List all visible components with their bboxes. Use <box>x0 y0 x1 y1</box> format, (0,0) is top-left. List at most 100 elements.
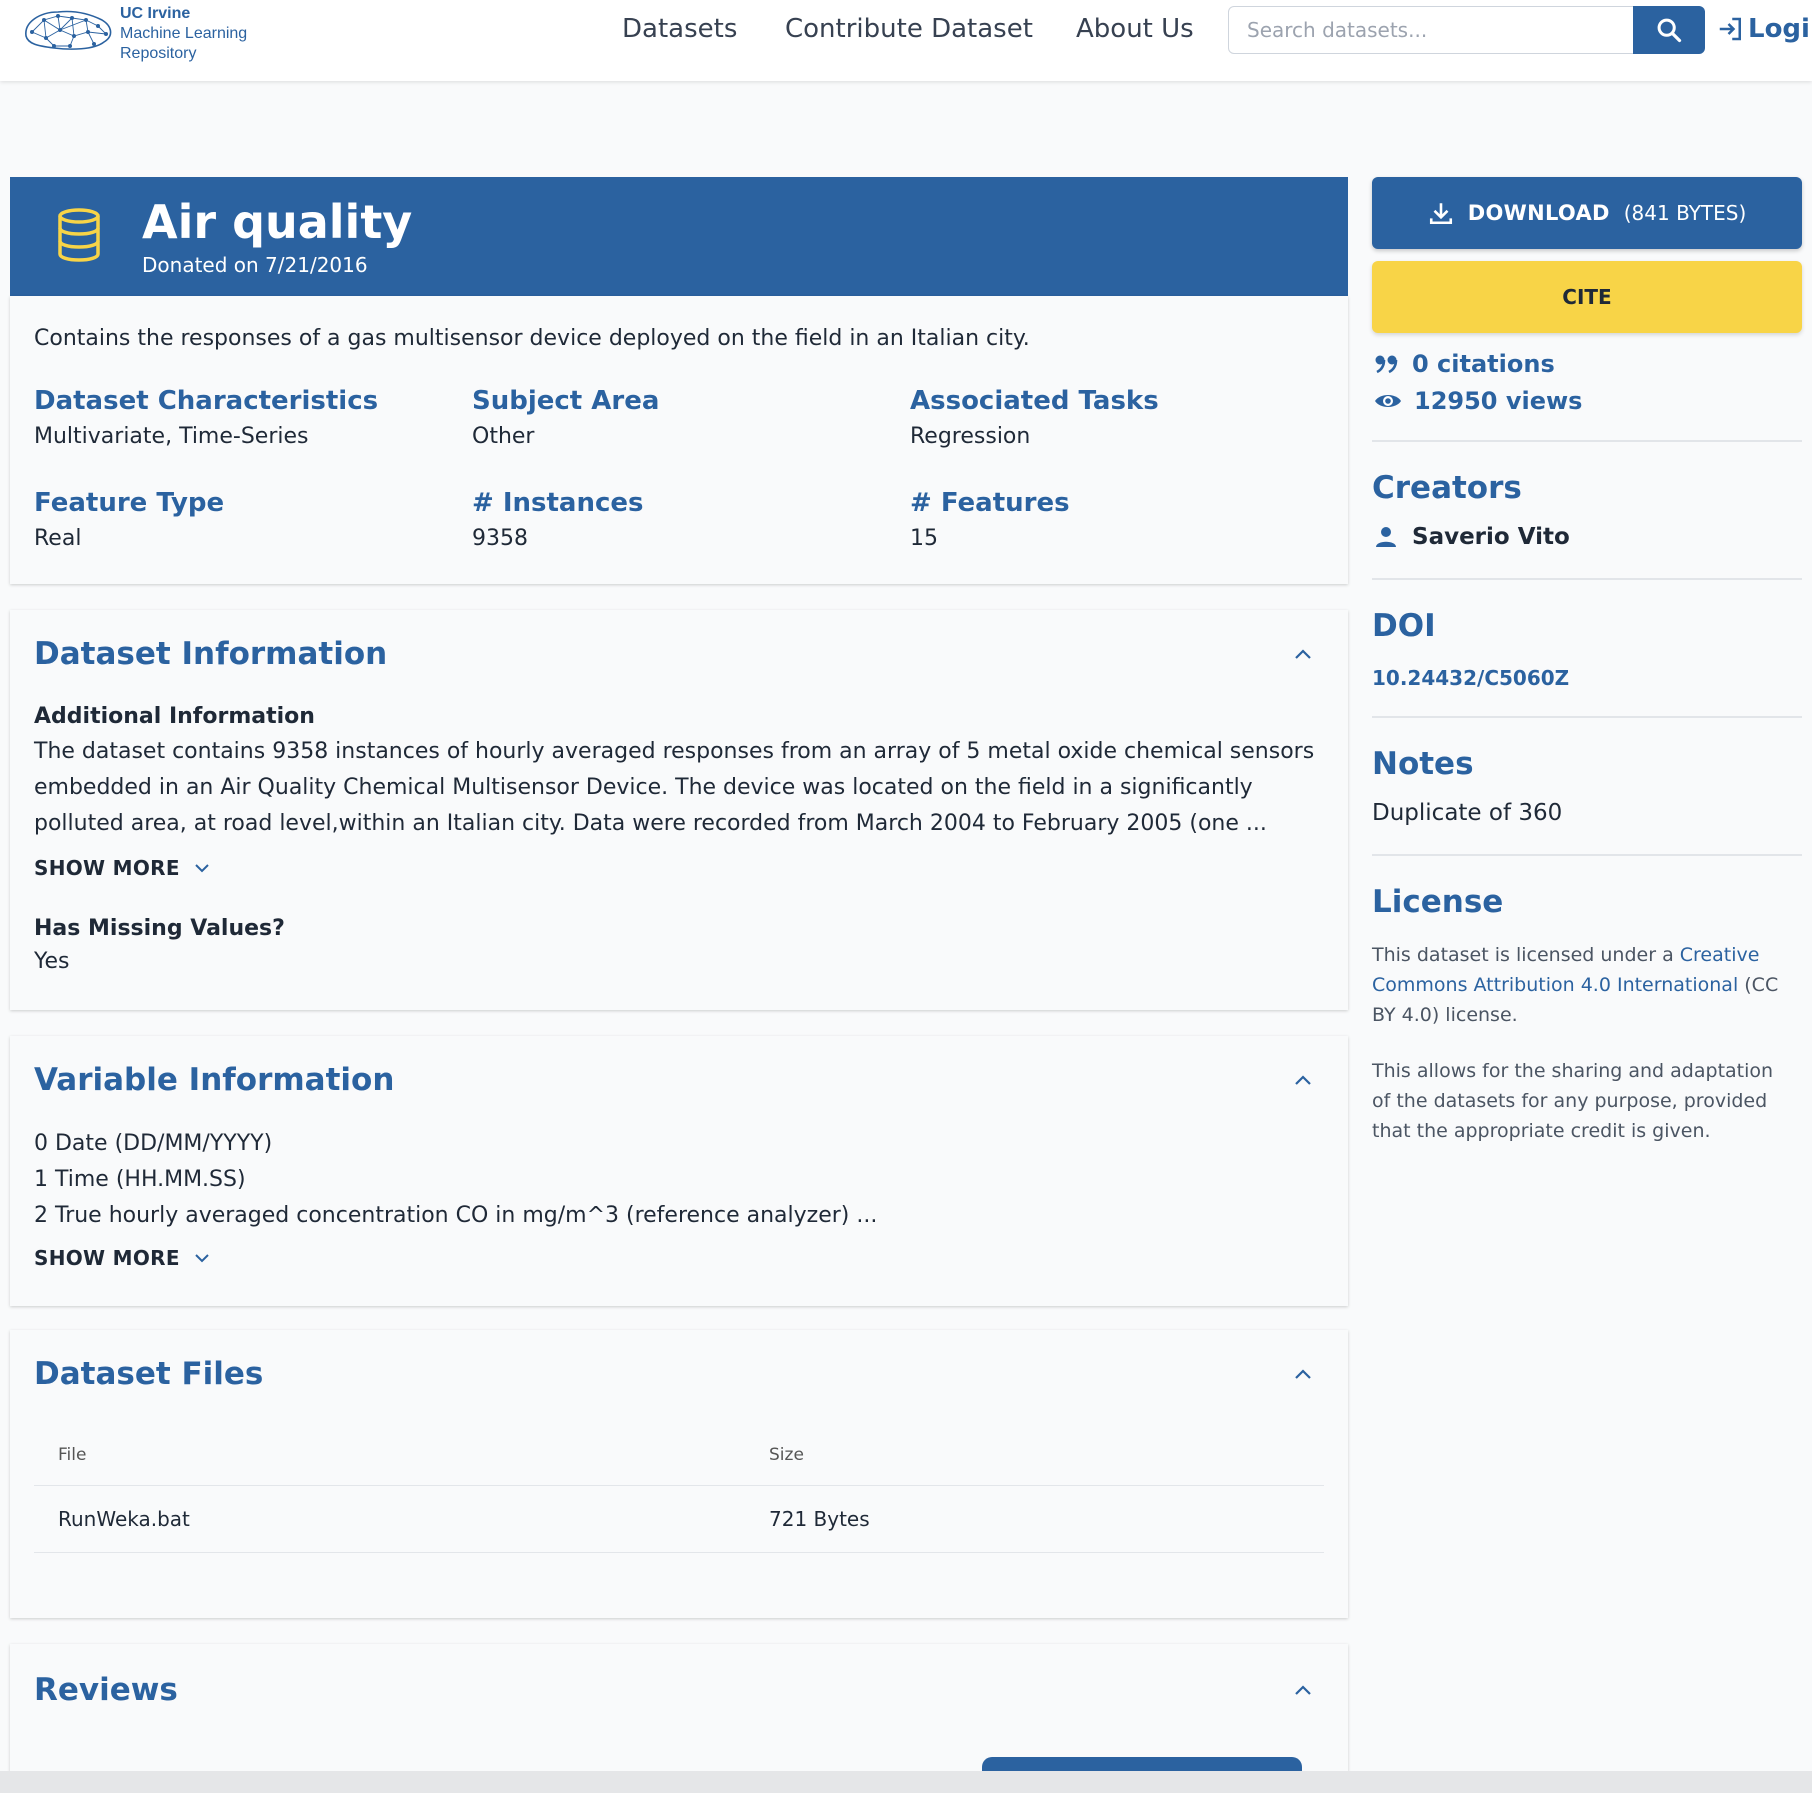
views-stat: 12950 views <box>1374 387 1582 415</box>
notes-text: Duplicate of 360 <box>1372 800 1563 826</box>
top-nav-bar: UC Irvine Machine Learning Repository Da… <box>0 0 1812 81</box>
search-box <box>1228 6 1705 54</box>
variable-line: 1 Time (HH.MM.SS) <box>34 1167 246 1192</box>
prop-features: # Features 15 <box>910 488 1070 551</box>
file-name-cell[interactable]: RunWeka.bat <box>58 1507 190 1531</box>
dataset-summary-card: Contains the responses of a gas multisen… <box>10 296 1348 584</box>
prop-dataset-characteristics: Dataset Characteristics Multivariate, Ti… <box>34 386 378 449</box>
additional-info-line: The dataset contains 9358 instances of h… <box>34 739 1315 764</box>
license-text-pre: This dataset is licensed under a <box>1372 944 1680 966</box>
chevron-up-icon[interactable] <box>1294 1684 1312 1696</box>
chevron-up-icon[interactable] <box>1294 1368 1312 1380</box>
prop-value: Multivariate, Time-Series <box>34 424 309 449</box>
prop-label: Subject Area <box>472 386 660 416</box>
chevron-down-icon <box>195 864 209 873</box>
prop-label: Dataset Characteristics <box>34 386 379 416</box>
person-icon <box>1376 527 1396 547</box>
logo-text: UC Irvine Machine Learning Repository <box>120 4 247 64</box>
license-text-2: This allows for the sharing and adaptati… <box>1372 1060 1774 1142</box>
show-more-label: SHOW MORE <box>34 856 180 880</box>
variable-list: 0 Date (DD/MM/YYYY) 1 Time (HH.MM.SS) 2 … <box>34 1126 877 1234</box>
prop-label: Feature Type <box>34 488 225 518</box>
section-title: Dataset Files <box>34 1356 264 1392</box>
prop-value: Real <box>34 526 82 551</box>
additional-info-text: The dataset contains 9358 instances of h… <box>34 734 1314 842</box>
section-title: Dataset Information <box>34 636 388 672</box>
prop-subject-area: Subject Area Other <box>472 386 659 449</box>
prop-value: 15 <box>910 526 938 551</box>
file-size-cell: 721 Bytes <box>769 1507 870 1531</box>
dataset-title: Air quality <box>142 195 413 249</box>
nav-about-us[interactable]: About Us <box>1076 14 1194 44</box>
logo-line-2: Machine Learning <box>120 25 248 42</box>
nav-contribute-dataset[interactable]: Contribute Dataset <box>785 14 1033 44</box>
variable-line: 2 True hourly averaged concentration CO … <box>34 1203 878 1228</box>
horizontal-scrollbar[interactable] <box>0 1771 1812 1793</box>
license-heading: License <box>1372 884 1504 920</box>
additional-info-heading: Additional Information <box>34 704 315 729</box>
license-text: This dataset is licensed under a Creativ… <box>1372 940 1792 1030</box>
chevron-up-icon[interactable] <box>1294 1074 1312 1086</box>
search-icon <box>1657 18 1682 43</box>
creators-heading: Creators <box>1372 470 1522 506</box>
prop-feature-type: Feature Type Real <box>34 488 224 551</box>
logo-line-1: UC Irvine <box>120 5 191 22</box>
download-icon <box>1429 203 1452 225</box>
login-link[interactable]: Login <box>1716 14 1812 44</box>
prop-value: Regression <box>910 424 1031 449</box>
prop-instances: # Instances 9358 <box>472 488 644 551</box>
download-button[interactable]: DOWNLOAD (841 BYTES) <box>1372 177 1802 249</box>
prop-label: # Instances <box>472 488 644 518</box>
sidebar-divider <box>1372 578 1802 580</box>
dataset-files-card: Dataset Files File Size RunWeka.bat 721 … <box>10 1330 1348 1618</box>
sidebar-divider <box>1372 854 1802 856</box>
notes-heading: Notes <box>1372 746 1474 782</box>
site-logo[interactable]: UC Irvine Machine Learning Repository <box>20 4 260 62</box>
additional-info-line: polluted area, at road level,within an I… <box>34 811 1267 836</box>
sidebar-divider <box>1372 716 1802 718</box>
column-header-size: Size <box>769 1445 804 1465</box>
variable-line: 0 Date (DD/MM/YYYY) <box>34 1131 273 1156</box>
dataset-hero: Air quality Donated on 7/21/2016 <box>10 177 1348 296</box>
cite-label: CITE <box>1562 285 1612 309</box>
search-button[interactable] <box>1633 6 1705 54</box>
dataset-description: Contains the responses of a gas multisen… <box>34 326 1030 351</box>
chevron-down-icon <box>195 1254 209 1263</box>
show-more-label: SHOW MORE <box>34 1246 180 1270</box>
variable-information-card: Variable Information 0 Date (DD/MM/YYYY)… <box>10 1036 1348 1306</box>
search-input[interactable] <box>1229 7 1633 53</box>
login-icon <box>1719 17 1741 41</box>
missing-values-value: Yes <box>34 949 70 974</box>
missing-values-heading: Has Missing Values? <box>34 916 285 941</box>
eye-icon <box>1375 395 1401 407</box>
section-title: Reviews <box>34 1672 178 1708</box>
creator-name: Saverio Vito <box>1412 524 1570 550</box>
additional-info-line: embedded in an Air Quality Chemical Mult… <box>34 775 1253 800</box>
download-size: (841 BYTES) <box>1623 201 1747 225</box>
prop-value: 9358 <box>472 526 528 551</box>
nav-datasets[interactable]: Datasets <box>622 14 737 44</box>
column-header-file: File <box>58 1445 87 1465</box>
login-label: Login <box>1748 14 1812 44</box>
donated-date: Donated on 7/21/2016 <box>142 253 368 277</box>
show-more-button[interactable]: SHOW MORE <box>34 856 210 880</box>
prop-label: Associated Tasks <box>910 386 1159 416</box>
sidebar-divider <box>1372 440 1802 442</box>
download-label: DOWNLOAD <box>1467 201 1610 225</box>
prop-label: # Features <box>910 488 1070 518</box>
creator-item: Saverio Vito <box>1374 524 1570 550</box>
database-icon <box>58 208 100 262</box>
prop-associated-tasks: Associated Tasks Regression <box>910 386 1159 449</box>
citations-count: 0 citations <box>1412 350 1555 378</box>
prop-value: Other <box>472 424 535 449</box>
table-divider <box>34 1485 1324 1486</box>
citations-stat: 0 citations <box>1374 350 1555 378</box>
brain-network-icon <box>25 10 112 50</box>
chevron-up-icon[interactable] <box>1294 648 1312 660</box>
dataset-information-card: Dataset Information Additional Informati… <box>10 610 1348 1010</box>
table-divider <box>34 1552 1324 1553</box>
cite-button[interactable]: CITE <box>1372 261 1802 333</box>
doi-heading: DOI <box>1372 608 1436 644</box>
doi-link[interactable]: 10.24432/C5060Z <box>1372 666 1569 690</box>
show-more-button[interactable]: SHOW MORE <box>34 1246 210 1270</box>
